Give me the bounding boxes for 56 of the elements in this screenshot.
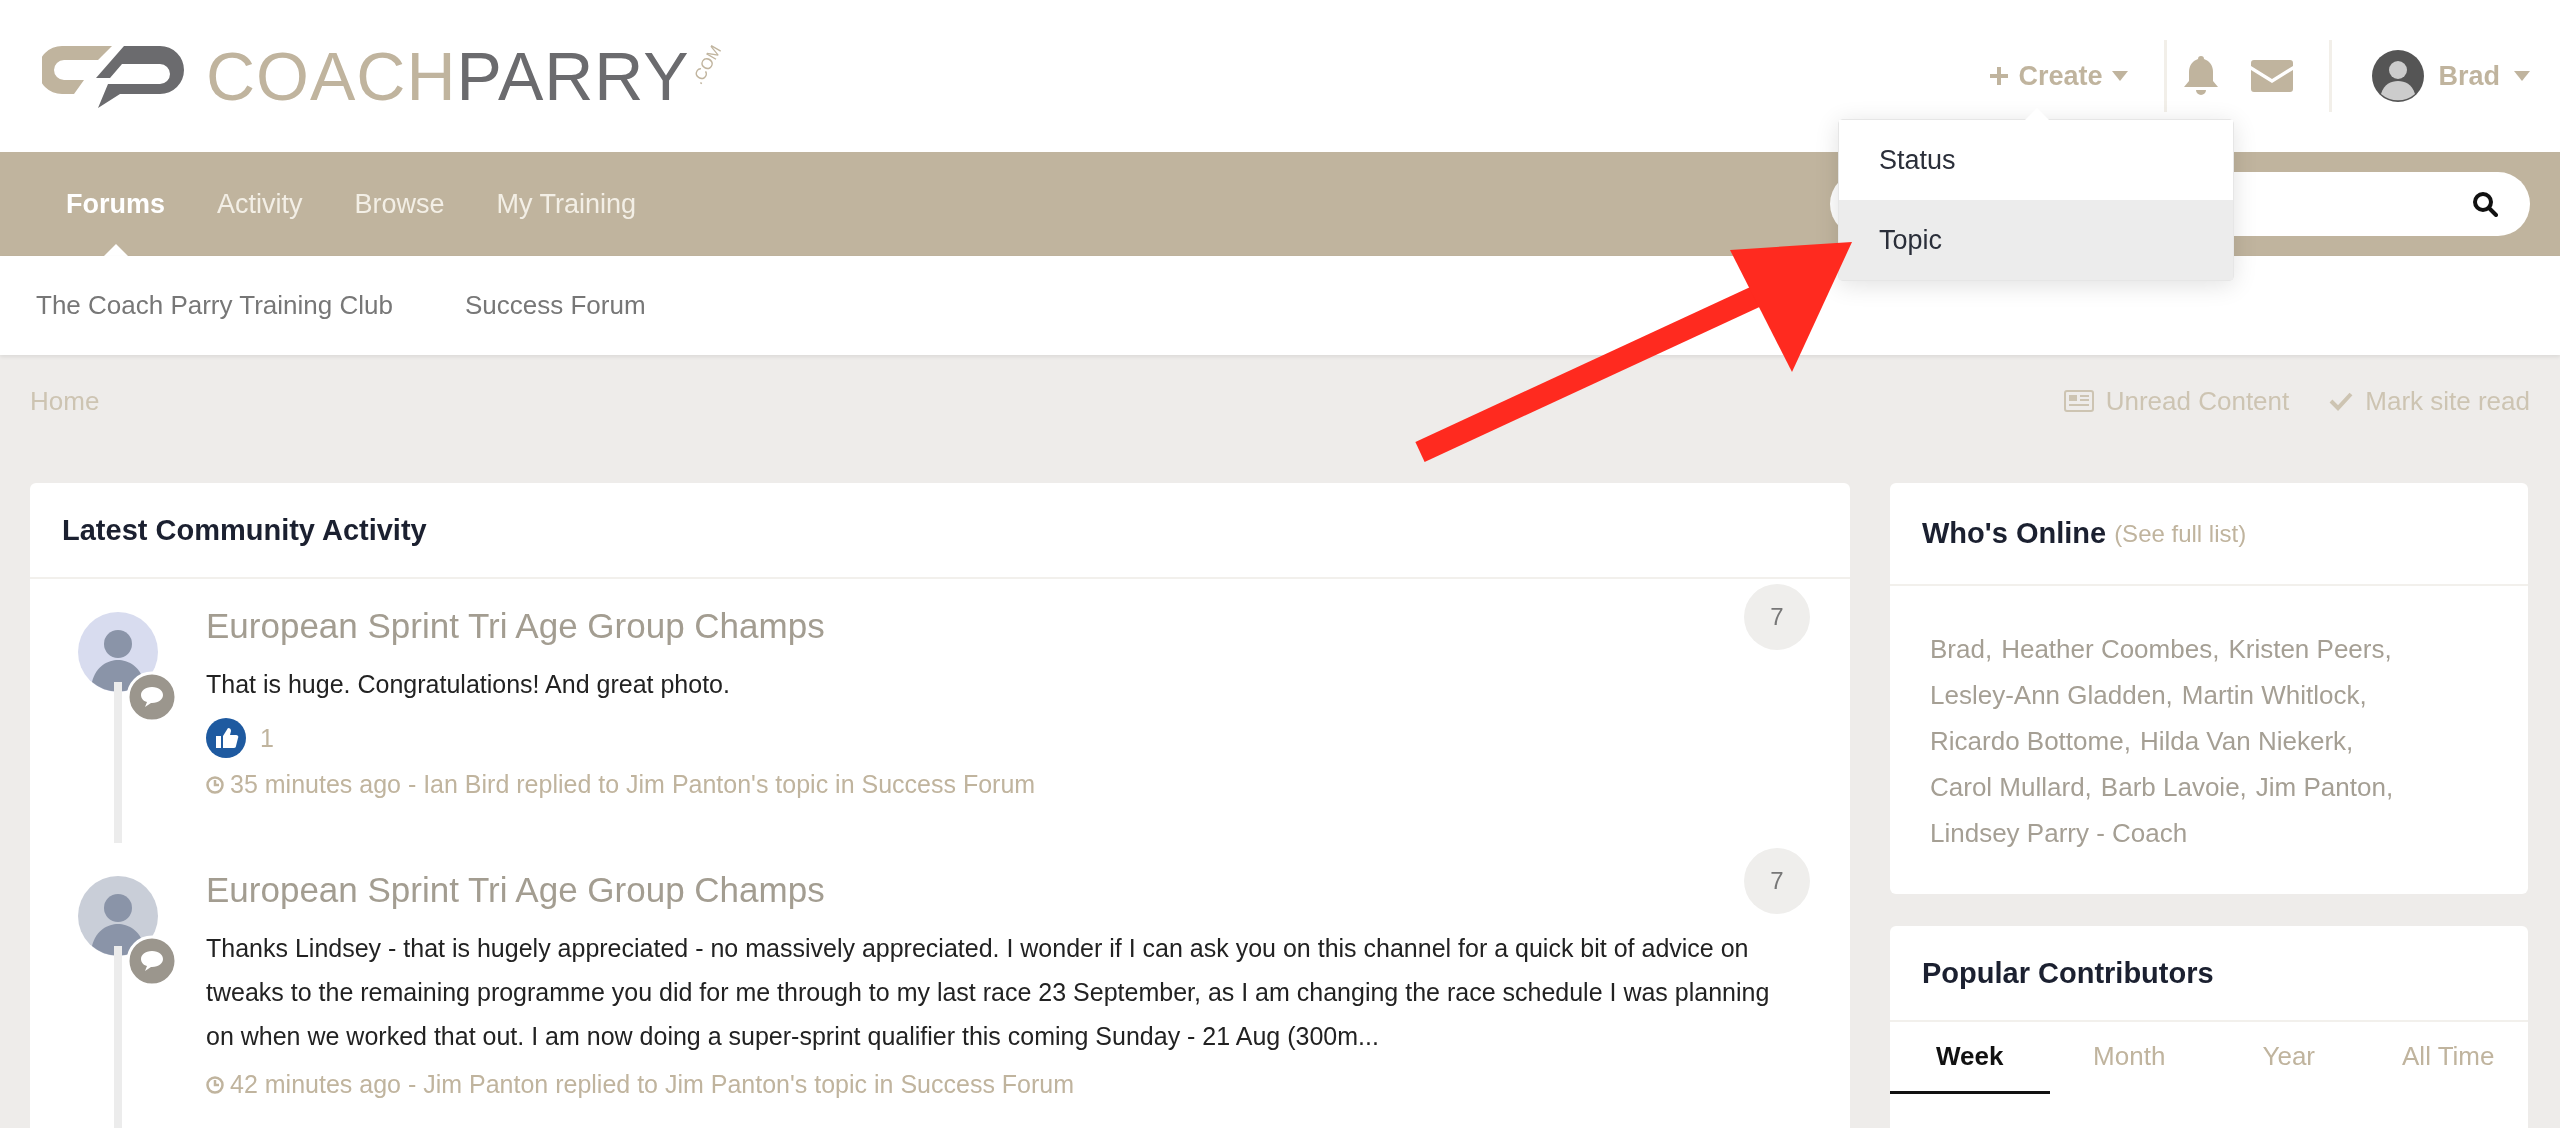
- user-link[interactable]: Kristen Peers,: [2228, 632, 2392, 666]
- subnav-link[interactable]: Success Forum: [464, 290, 646, 321]
- logo-text: PARRY: [456, 42, 690, 110]
- menu-item[interactable]: Status: [1839, 120, 2233, 200]
- user-link[interactable]: Lesley-Ann Gladden,: [1930, 678, 2173, 712]
- user-link[interactable]: Barb Lavoie,: [2100, 770, 2247, 804]
- thumbs-up-icon: [206, 718, 246, 758]
- user-link[interactable]: Jim Panton,: [2255, 770, 2394, 804]
- comment-icon: [126, 671, 178, 723]
- comment-icon: [126, 935, 178, 987]
- see-full-list-link[interactable]: (See full list): [2114, 519, 2247, 548]
- period-tab[interactable]: Year: [2209, 1022, 2369, 1094]
- check-icon: [2329, 391, 2354, 411]
- avatar-icon: [2372, 50, 2425, 102]
- topic-link[interactable]: European Sprint Tri Age Group Champs: [206, 606, 825, 646]
- user-link[interactable]: Lindsey Parry - Coach: [1930, 816, 2188, 850]
- unread-content-link[interactable]: Unread Content: [2063, 385, 2290, 417]
- breadcrumb-link[interactable]: Home: [30, 385, 100, 416]
- user-link[interactable]: Hilda Van Niekerk,: [2139, 724, 2354, 758]
- user-link[interactable]: Ricardo Bottome,: [1930, 724, 2131, 758]
- card-title: Who's Online: [1922, 517, 2107, 550]
- nav-tab[interactable]: My Training: [470, 152, 663, 256]
- caret-icon: [2514, 71, 2530, 81]
- envelope-icon: [2251, 60, 2294, 92]
- clock-icon: [206, 775, 224, 794]
- user-menu-button[interactable]: Brad: [2332, 50, 2530, 102]
- period-tab[interactable]: All Time: [2368, 1022, 2528, 1094]
- create-button[interactable]: Create: [1990, 60, 2165, 92]
- period-tab[interactable]: Week: [1890, 1022, 2050, 1094]
- mark-read-link[interactable]: Mark site read: [2329, 385, 2530, 417]
- post-excerpt: Thanks Lindsey - that is hugely appreciated - no massively appreciated. I wonder if I can ask you on this channel for a quick bit of advice on tweaks to the remaining programme you did for me through to my last race 23 September, as I am changing the race schedule I was planning on when we worked that out. I am now doing a super-sprint qualifier this coming Sunday - 21 Aug (300m...: [206, 933, 1771, 1052]
- logo-text: COACH: [206, 42, 457, 110]
- period-tab[interactable]: Month: [2049, 1022, 2209, 1094]
- activity-meta: 42 minutes ago - Jim Panton replied to Jim Panton's topic in Success Forum: [206, 1070, 1810, 1099]
- card-title: Popular Contributors: [1922, 956, 2214, 990]
- topic-link[interactable]: European Sprint Tri Age Group Champs: [206, 870, 825, 910]
- post-excerpt: That is huge. Congratulations! And great photo.: [206, 669, 731, 700]
- like-count: 1: [260, 723, 274, 753]
- menu-item[interactable]: Topic: [1839, 200, 2233, 280]
- activity-meta: 35 minutes ago - Ian Bird replied to Jim Panton's topic in Success Forum: [206, 770, 1810, 799]
- user-link[interactable]: Brad,: [1930, 632, 1993, 666]
- nav-tab[interactable]: Browse: [328, 152, 471, 256]
- caret-icon: [2112, 71, 2129, 81]
- user-link[interactable]: Carol Mullard,: [1930, 770, 2092, 804]
- subnav-link[interactable]: The Coach Parry Training Club: [36, 290, 393, 321]
- user-link[interactable]: Heather Coombes,: [2001, 632, 2220, 666]
- reply-count: 7: [1744, 848, 1810, 914]
- user-link[interactable]: Martin Whitlock,: [2181, 678, 2367, 712]
- reply-count: 7: [1744, 584, 1810, 650]
- clock-icon: [206, 1075, 224, 1094]
- search-icon: [2472, 191, 2498, 217]
- newspaper-icon: [2063, 390, 2094, 412]
- plus-icon: [1990, 67, 2009, 85]
- card-title: Latest Community Activity: [62, 513, 427, 547]
- nav-tab[interactable]: Activity: [191, 152, 329, 256]
- bell-icon: [2183, 56, 2220, 96]
